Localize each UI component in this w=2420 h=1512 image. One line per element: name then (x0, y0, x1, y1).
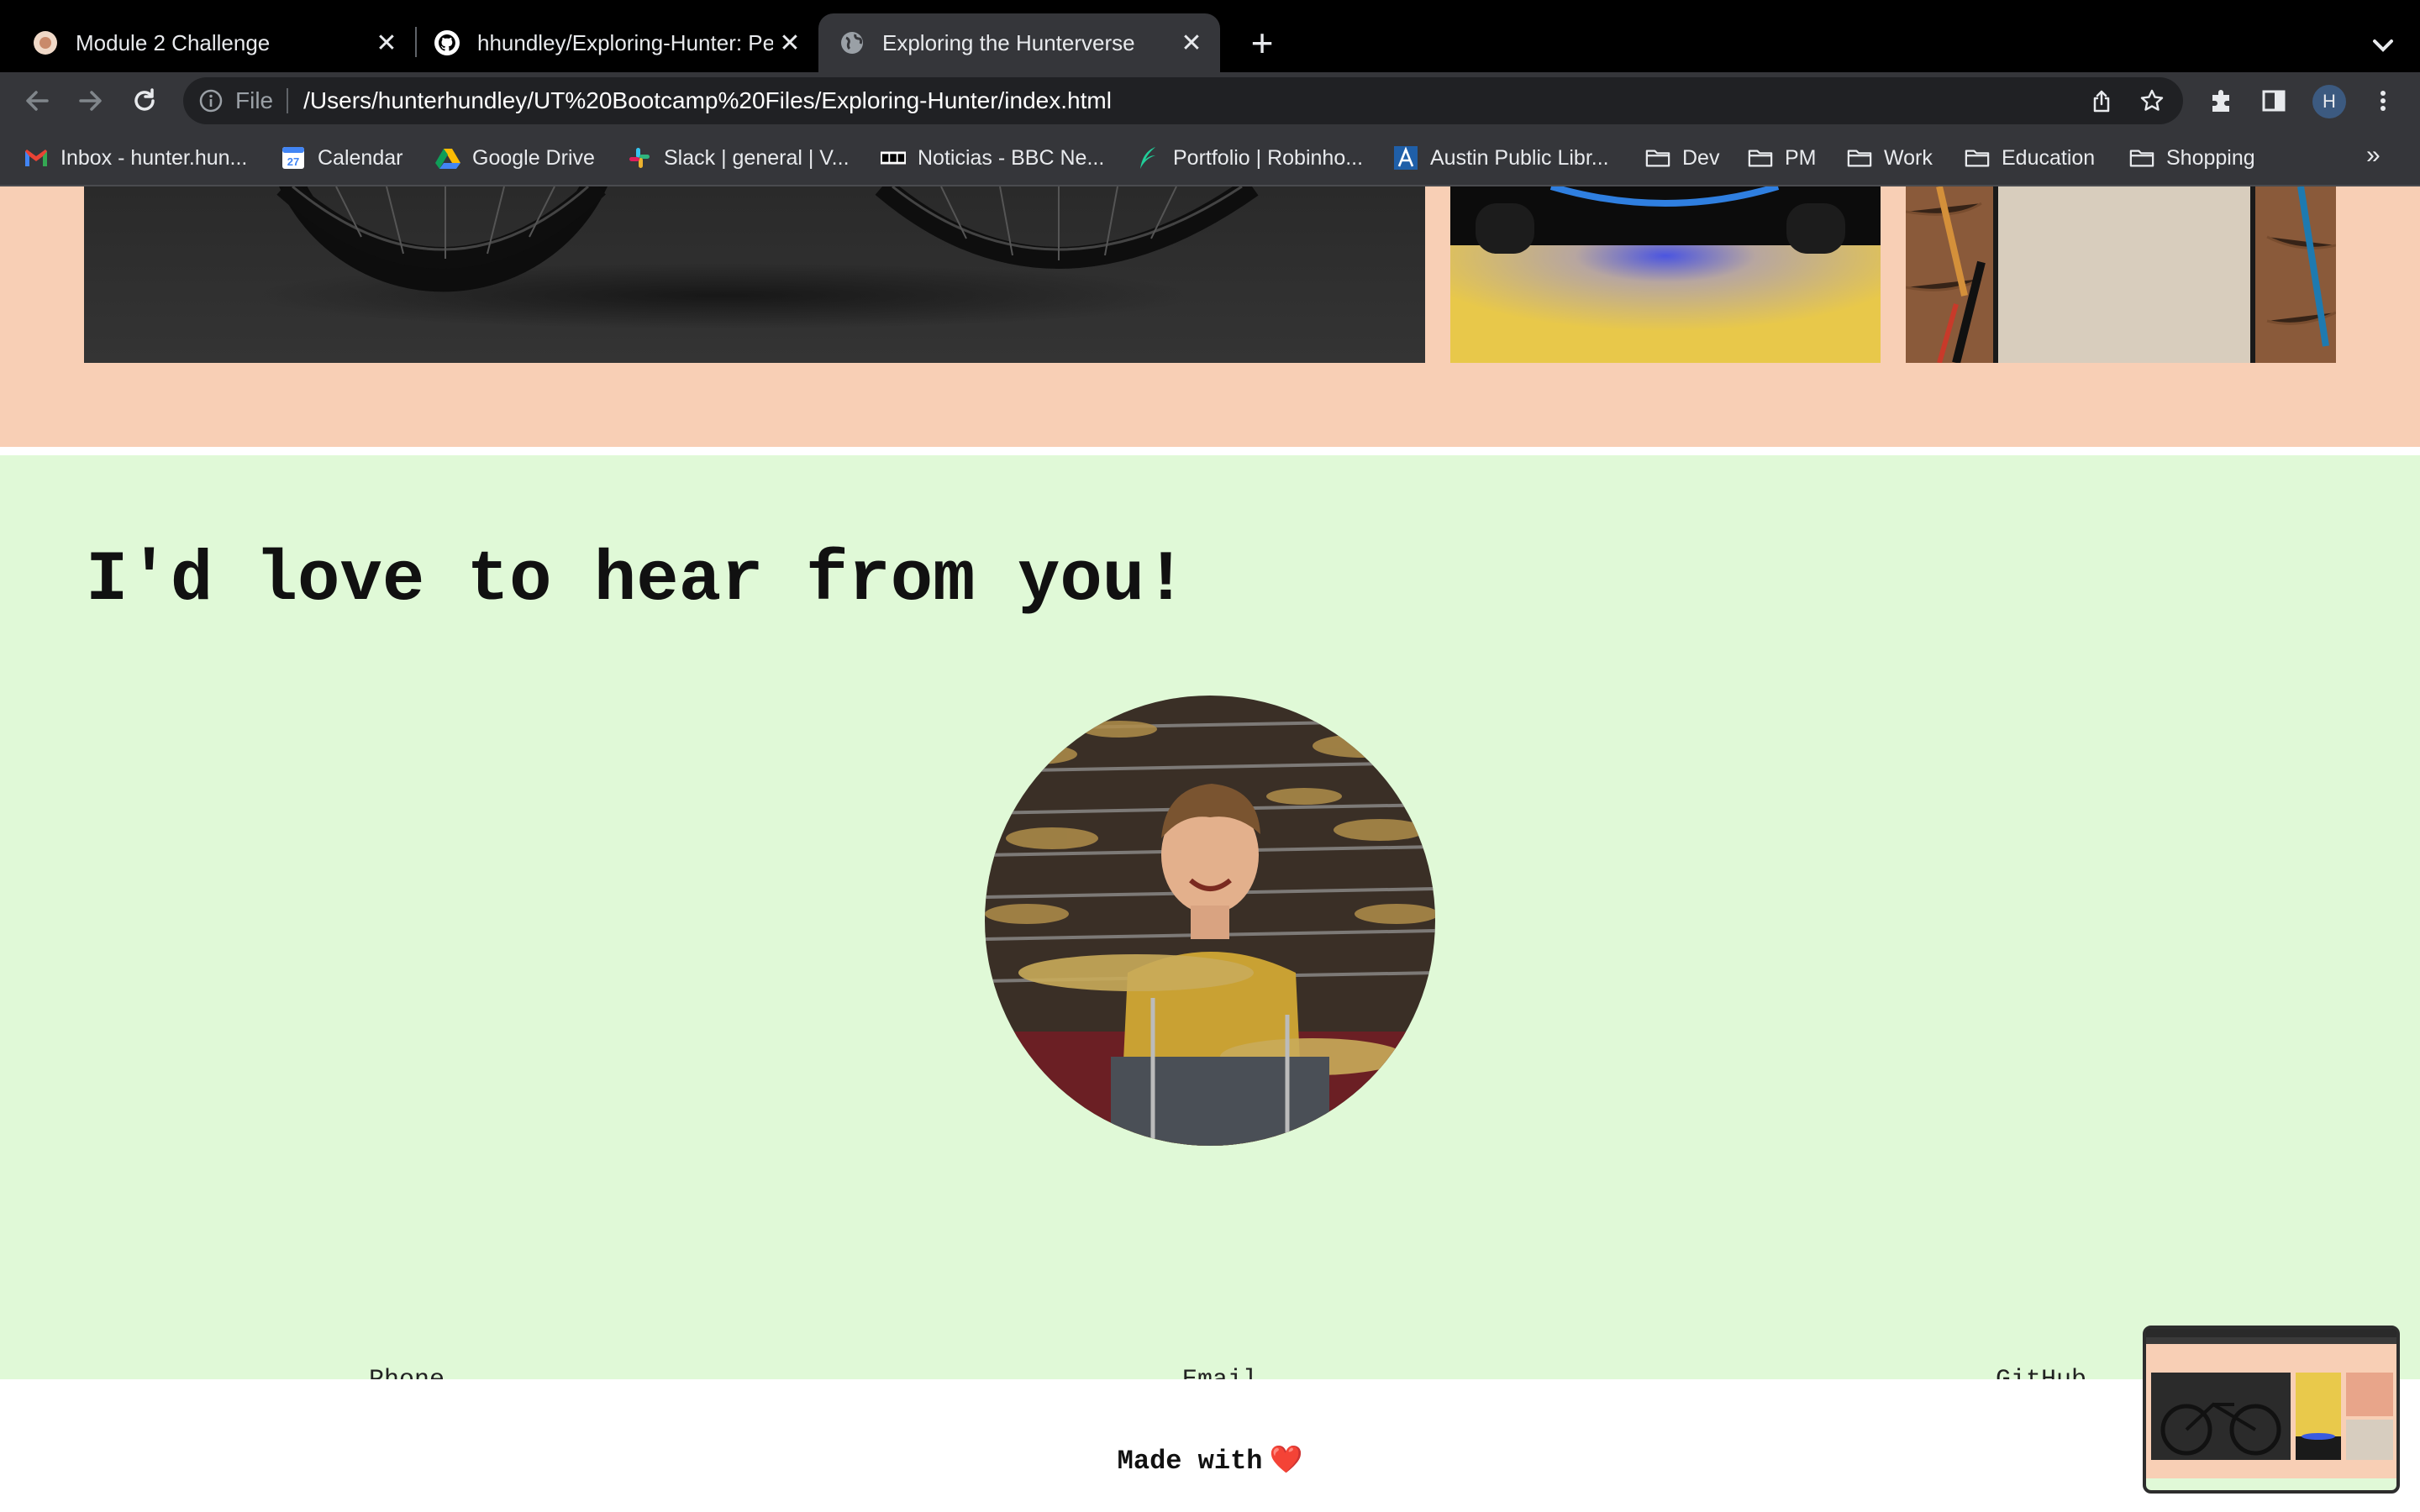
bookmarks-bar: Inbox - hunter.hun... 27 Calendar Google… (0, 129, 2420, 186)
project-image-desk[interactable] (1906, 186, 2336, 363)
side-panel-icon[interactable] (2254, 81, 2294, 121)
bookmark-label: PM (1785, 145, 1817, 170)
bookmark-label: Slack | general | V... (664, 145, 850, 170)
bookmark-label: Google Drive (472, 145, 595, 170)
folder-icon (1965, 145, 1990, 171)
tab-title: Module 2 Challenge (76, 29, 271, 55)
github-icon (434, 29, 460, 56)
reload-icon[interactable] (124, 81, 165, 121)
robinhood-icon (1136, 145, 1161, 171)
folder-icon (1847, 145, 1872, 171)
footer-made-with: Made with (1117, 1446, 1263, 1477)
bookmark-calendar[interactable]: 27 Calendar (281, 141, 402, 175)
drive-icon (435, 145, 460, 171)
contact-heading: I'd love to hear from you! (86, 541, 1187, 621)
bookmark-folder-shopping[interactable]: Shopping (2129, 141, 2255, 175)
folder-icon (2129, 145, 2154, 171)
section-divider (0, 447, 2420, 455)
bookmark-label: Dev (1682, 145, 1720, 170)
page-footer: Made with ❤️ (0, 1379, 2420, 1512)
kebab-menu-icon[interactable] (2363, 81, 2403, 121)
project-image-hoverboard[interactable] (1450, 186, 1881, 363)
globe-icon (839, 29, 865, 56)
bookmark-label: Calendar (318, 145, 403, 170)
tab-search-chevron-icon[interactable] (2363, 25, 2403, 66)
tab-github-repo[interactable]: hhundley/Exploring-Hunter: Pe ✕ (417, 13, 818, 72)
bookmark-label: Portfolio | Robinho... (1173, 145, 1364, 170)
profile-avatar[interactable]: H (2312, 85, 2346, 118)
bookmarks-overflow-chevron-icon[interactable]: » (2366, 141, 2381, 170)
bookmark-austin-library[interactable]: Austin Public Libr... (1393, 141, 1609, 175)
tab-close-icon[interactable]: ✕ (1175, 26, 1208, 60)
bookmark-label: Work (1884, 145, 1933, 170)
tab-favicon-icon (32, 29, 59, 56)
address-bar[interactable]: File /Users/hunterhundley/UT%20Bootcamp%… (183, 77, 2183, 124)
bbc-icon (881, 145, 906, 171)
folder-icon (1645, 145, 1670, 171)
bookmark-gmail[interactable]: Inbox - hunter.hun... (24, 141, 247, 175)
site-info-icon[interactable] (198, 88, 224, 113)
new-tab-button[interactable]: + (1240, 22, 1284, 66)
bookmark-label: Noticias - BBC Ne... (918, 145, 1105, 170)
bookmark-robinhood[interactable]: Portfolio | Robinho... (1136, 141, 1363, 175)
project-image-bike[interactable] (84, 186, 1425, 363)
bookmark-label: Inbox - hunter.hun... (60, 145, 248, 170)
bookmark-label: Education (2002, 145, 2096, 170)
tab-exploring-the-hunterverse[interactable]: Exploring the Hunterverse ✕ (818, 13, 1220, 72)
bookmark-folder-pm[interactable]: PM (1748, 141, 1817, 175)
projects-section (0, 186, 2420, 447)
url-scheme-label: File (235, 87, 274, 113)
bookmark-label: Shopping (2166, 145, 2255, 170)
profile-photo (985, 696, 1435, 1146)
bookmark-folder-dev[interactable]: Dev (1645, 141, 1719, 175)
tab-strip: Module 2 Challenge ✕ hhundley/Exploring-… (0, 0, 2420, 72)
heart-icon: ❤️ (1269, 1446, 1303, 1477)
bookmark-star-icon[interactable] (2139, 88, 2165, 113)
browser-toolbar: File /Users/hunterhundley/UT%20Bootcamp%… (0, 72, 2420, 129)
share-icon[interactable] (2089, 88, 2114, 113)
tab-module-2-challenge[interactable]: Module 2 Challenge ✕ (0, 13, 415, 72)
footer-text: Made with ❤️ (0, 1443, 2420, 1477)
calendar-icon: 27 (281, 145, 306, 171)
forward-arrow-icon[interactable] (71, 81, 111, 121)
bookmark-folder-education[interactable]: Education (1965, 141, 2095, 175)
extensions-puzzle-icon[interactable] (2202, 81, 2242, 121)
tab-title: hhundley/Exploring-Hunter: Pe (477, 29, 773, 55)
tab-close-icon[interactable]: ✕ (370, 26, 403, 60)
bookmark-bbc[interactable]: Noticias - BBC Ne... (881, 141, 1104, 175)
url-text[interactable]: /Users/hunterhundley/UT%20Bootcamp%20Fil… (303, 87, 1112, 114)
page-viewport: I'd love to hear from you! Made with ❤️ (0, 186, 2420, 1512)
slack-icon (627, 145, 652, 171)
contact-section: I'd love to hear from you! (0, 455, 2420, 1394)
bookmark-folder-work[interactable]: Work (1847, 141, 1933, 175)
bookmark-slack[interactable]: Slack | general | V... (627, 141, 850, 175)
gmail-icon (24, 145, 49, 171)
tab-title: Exploring the Hunterverse (882, 29, 1135, 55)
library-icon (1393, 145, 1418, 171)
picture-in-picture-preview[interactable] (2143, 1326, 2400, 1494)
bookmark-google-drive[interactable]: Google Drive (435, 141, 595, 175)
bookmark-label: Austin Public Libr... (1430, 145, 1609, 170)
tab-close-icon[interactable]: ✕ (773, 26, 807, 60)
svg-text:27: 27 (287, 155, 299, 168)
folder-icon (1748, 145, 1773, 171)
address-divider (287, 88, 289, 113)
back-arrow-icon[interactable] (17, 81, 57, 121)
